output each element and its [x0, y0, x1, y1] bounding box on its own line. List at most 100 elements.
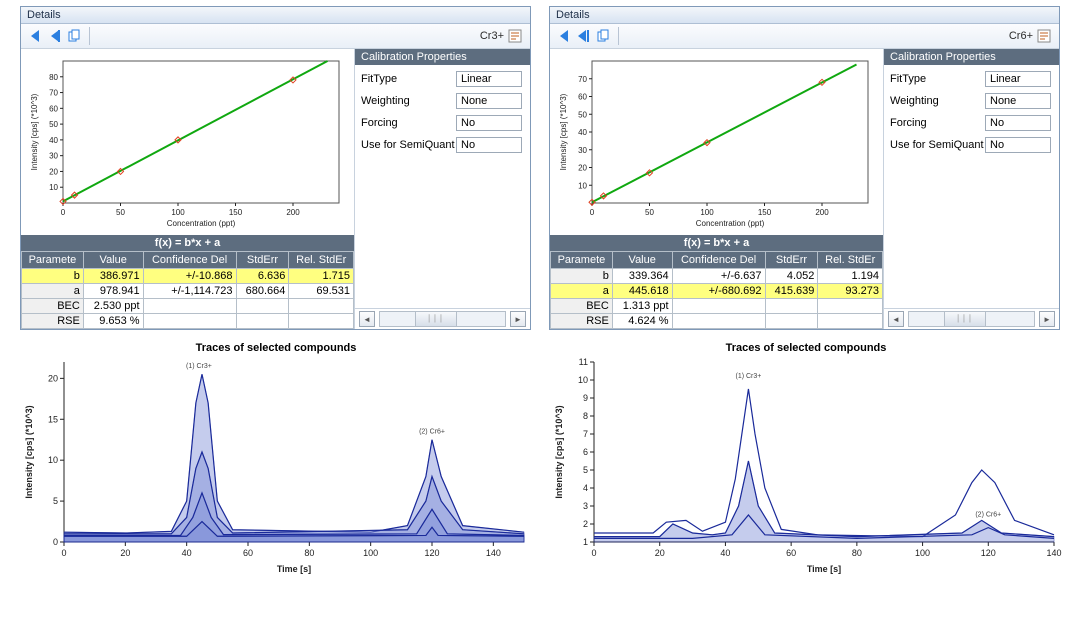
first-icon[interactable] — [554, 27, 572, 45]
svg-text:0: 0 — [591, 548, 596, 558]
fittype-label: FitType — [361, 73, 456, 85]
panel-toolbar: Cr3+ — [21, 24, 530, 49]
svg-text:20: 20 — [48, 373, 58, 383]
svg-text:150: 150 — [758, 208, 772, 217]
cal-props: FitTypeLinear WeightingNone ForcingNo Us… — [355, 65, 530, 308]
parameter-table: ParameteValueConfidence DelStdErrRel. St… — [21, 251, 354, 329]
details-panel-right: Details Cr6+ 05010015020010203040506070C… — [549, 6, 1060, 330]
svg-text:80: 80 — [49, 73, 58, 82]
trace-title: Traces of selected compounds — [20, 342, 532, 354]
svg-text:(2) Cr6+: (2) Cr6+ — [419, 429, 445, 436]
compound-label: Cr6+ — [1009, 30, 1033, 42]
scroll-thumb[interactable]: ׀׀׀ — [415, 312, 457, 326]
svg-text:0: 0 — [61, 548, 66, 558]
svg-text:Concentration (ppt): Concentration (ppt) — [167, 219, 236, 228]
copy-icon[interactable] — [65, 27, 83, 45]
svg-text:40: 40 — [182, 548, 192, 558]
svg-text:0: 0 — [61, 208, 66, 217]
svg-text:140: 140 — [486, 548, 501, 558]
svg-text:70: 70 — [49, 89, 58, 98]
scroll-left-icon[interactable]: ◄ — [888, 311, 904, 327]
toolbar-separator — [618, 27, 619, 45]
svg-text:40: 40 — [720, 548, 730, 558]
h-scrollbar[interactable]: ◄ ׀׀׀ ► — [884, 308, 1059, 329]
svg-text:20: 20 — [578, 164, 587, 173]
properties-icon[interactable] — [1035, 27, 1053, 45]
semiquant-value[interactable]: No — [985, 137, 1051, 153]
scroll-track[interactable]: ׀׀׀ — [379, 311, 506, 327]
panel-toolbar: Cr6+ — [550, 24, 1059, 49]
semiquant-label: Use for SemiQuant — [361, 139, 456, 151]
fittype-label: FitType — [890, 73, 985, 85]
weighting-value[interactable]: None — [456, 93, 522, 109]
svg-text:15: 15 — [48, 414, 58, 424]
svg-text:(1) Cr3+: (1) Cr3+ — [186, 363, 212, 370]
semiquant-value[interactable]: No — [456, 137, 522, 153]
next-icon[interactable] — [574, 27, 592, 45]
scroll-left-icon[interactable]: ◄ — [359, 311, 375, 327]
svg-text:10: 10 — [49, 183, 58, 192]
svg-text:10: 10 — [578, 181, 587, 190]
svg-text:120: 120 — [424, 548, 439, 558]
semiquant-label: Use for SemiQuant — [890, 139, 985, 151]
svg-text:Time [s]: Time [s] — [807, 564, 841, 574]
svg-text:5: 5 — [53, 496, 58, 506]
panel-title: Details — [550, 7, 1059, 24]
forcing-label: Forcing — [361, 117, 456, 129]
svg-text:5: 5 — [583, 465, 588, 475]
properties-icon[interactable] — [506, 27, 524, 45]
trace-panel-right: Traces of selected compounds 02040608010… — [550, 342, 1062, 576]
svg-text:200: 200 — [815, 208, 829, 217]
weighting-label: Weighting — [361, 95, 456, 107]
svg-text:20: 20 — [655, 548, 665, 558]
trace-chart: 02040608010012014005101520Time [s]Intens… — [20, 356, 532, 576]
svg-text:60: 60 — [578, 93, 587, 102]
svg-text:200: 200 — [286, 208, 300, 217]
svg-text:100: 100 — [700, 208, 714, 217]
svg-text:140: 140 — [1046, 548, 1061, 558]
scroll-thumb[interactable]: ׀׀׀ — [944, 312, 986, 326]
svg-text:100: 100 — [171, 208, 185, 217]
forcing-value[interactable]: No — [456, 115, 522, 131]
svg-text:40: 40 — [49, 136, 58, 145]
scroll-right-icon[interactable]: ► — [1039, 311, 1055, 327]
weighting-label: Weighting — [890, 95, 985, 107]
svg-text:4: 4 — [583, 483, 588, 493]
svg-text:Intensity [cps] (*10^3): Intensity [cps] (*10^3) — [554, 405, 564, 498]
svg-text:100: 100 — [363, 548, 378, 558]
svg-text:0: 0 — [590, 208, 595, 217]
svg-text:50: 50 — [645, 208, 654, 217]
equation-bar: f(x) = b*x + a — [21, 235, 354, 251]
svg-text:2: 2 — [583, 519, 588, 529]
fittype-value[interactable]: Linear — [456, 71, 522, 87]
compound-label: Cr3+ — [480, 30, 504, 42]
scroll-track[interactable]: ׀׀׀ — [908, 311, 1035, 327]
copy-icon[interactable] — [594, 27, 612, 45]
svg-text:20: 20 — [120, 548, 130, 558]
svg-text:50: 50 — [116, 208, 125, 217]
fittype-value[interactable]: Linear — [985, 71, 1051, 87]
svg-text:7: 7 — [583, 429, 588, 439]
svg-text:30: 30 — [49, 152, 58, 161]
svg-text:Intensity [cps] (*10^3): Intensity [cps] (*10^3) — [30, 93, 39, 170]
first-icon[interactable] — [25, 27, 43, 45]
details-panel-left: Details Cr3+ 050100150200102030405060708… — [20, 6, 531, 330]
forcing-label: Forcing — [890, 117, 985, 129]
cal-props-title: Calibration Properties — [355, 49, 530, 65]
calibration-chart: 05010015020010203040506070Concentration … — [550, 49, 883, 235]
scroll-right-icon[interactable]: ► — [510, 311, 526, 327]
svg-text:11: 11 — [579, 357, 588, 367]
top-row: Details Cr3+ 050100150200102030405060708… — [0, 0, 1080, 336]
h-scrollbar[interactable]: ◄ ׀׀׀ ► — [355, 308, 530, 329]
svg-text:70: 70 — [578, 75, 587, 84]
svg-text:80: 80 — [852, 548, 862, 558]
svg-text:8: 8 — [583, 411, 588, 421]
weighting-value[interactable]: None — [985, 93, 1051, 109]
svg-text:60: 60 — [243, 548, 253, 558]
svg-text:80: 80 — [304, 548, 314, 558]
trace-title: Traces of selected compounds — [550, 342, 1062, 354]
next-icon[interactable] — [45, 27, 63, 45]
trace-chart: 0204060801001201401234567891011Time [s]I… — [550, 356, 1062, 576]
forcing-value[interactable]: No — [985, 115, 1051, 131]
bottom-row: Traces of selected compounds 02040608010… — [0, 336, 1080, 582]
